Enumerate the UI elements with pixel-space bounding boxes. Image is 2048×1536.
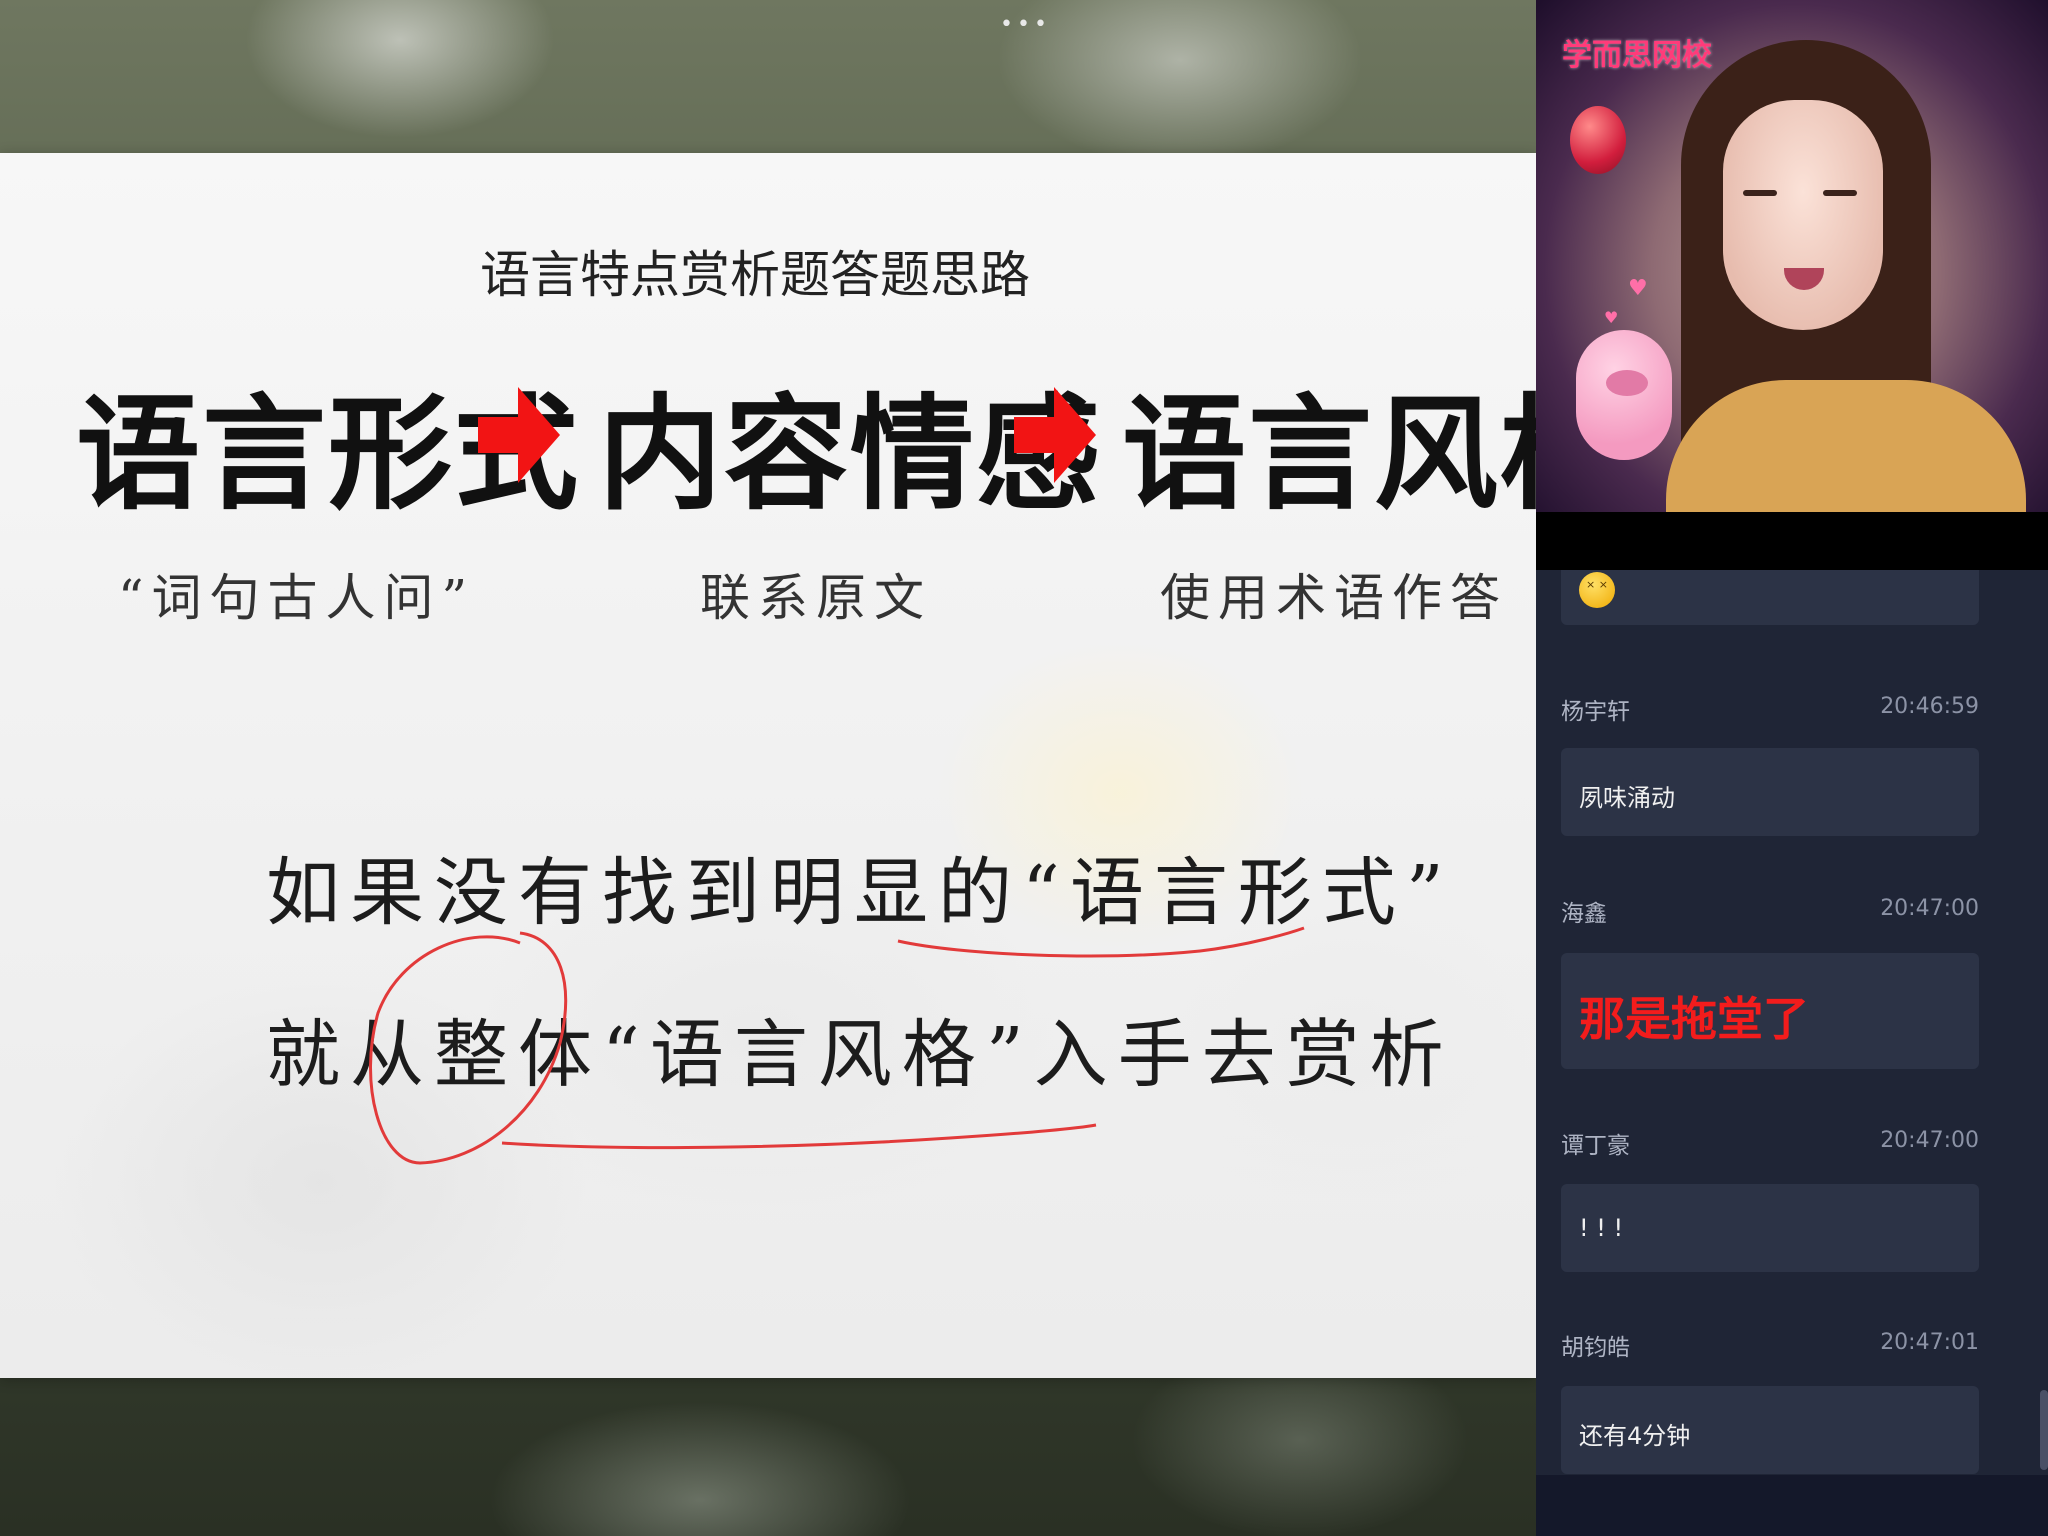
chat-message-text: ! ! ! xyxy=(1579,1214,1624,1242)
concept-flow: 语言形式 内容情感 语言风格 xyxy=(76,353,1536,527)
chat-username: 谭丁豪 xyxy=(1561,1133,1630,1159)
note-question-words: “词句古人问” xyxy=(118,569,476,627)
teacher-face xyxy=(1723,100,1883,330)
chat-username: 胡钧皓 xyxy=(1561,1335,1630,1361)
pig-snout xyxy=(1606,370,1648,396)
slide-subtitle: 语言特点赏析题答题思路 xyxy=(480,246,1030,304)
lesson-slide: 语言特点赏析题答题思路 语言形式 内容情感 语言风格 “词句古人问” 联系原文 … xyxy=(0,153,1536,1378)
heart-icon: ♥ xyxy=(1604,308,1619,327)
chat-scrollbar[interactable] xyxy=(2040,1390,2048,1470)
concept-language-style: 语言风格 xyxy=(1122,383,1536,527)
chat-timestamp: 20:47:00 xyxy=(1880,896,1979,921)
note-link-text: 联系原文 xyxy=(700,569,932,627)
chat-timestamp: 20:46:59 xyxy=(1880,694,1979,719)
heart-icon: ♥ xyxy=(1628,276,1648,301)
chat-bubble: 夙味涌动 xyxy=(1561,748,1979,836)
handwriting-line-2: 就从整体“语言风格”入手去赏析 xyxy=(266,1012,1454,1098)
presentation-stage: ••• 语言特点赏析题答题思路 语言形式 内容情感 语言风格 “词句古人问” 联… xyxy=(0,0,1536,1536)
arrow-right-icon xyxy=(1014,387,1096,483)
arrow-right-icon xyxy=(478,387,560,483)
chat-timestamp: 20:47:01 xyxy=(1880,1330,1979,1355)
pen-annotations xyxy=(369,926,1305,1165)
dizzy-face-icon: × × xyxy=(1579,572,1615,608)
chat-username: 杨宇轩 xyxy=(1561,699,1630,725)
chat-message-text: 那是拖堂了 xyxy=(1579,992,1809,1046)
chat-message-text: 夙味涌动 xyxy=(1579,784,1675,812)
chat-bubble: 还有4分钟 xyxy=(1561,1386,1979,1474)
chat-footer xyxy=(1536,1475,2048,1536)
chat-header-bar xyxy=(1536,512,2048,570)
chat-timestamp: 20:47:00 xyxy=(1880,1128,1979,1153)
balloon-sticker xyxy=(1570,106,1626,174)
underline-language-style xyxy=(501,1123,1097,1150)
more-menu-icon[interactable]: ••• xyxy=(1000,14,1051,36)
school-logo: 学而思网校 xyxy=(1562,38,1712,73)
handwriting-line-1: 如果没有找到明显的“语言形式” xyxy=(266,850,1454,936)
note-use-terms: 使用术语作答 xyxy=(1160,569,1508,627)
teacher-eye xyxy=(1743,190,1777,196)
chat-bubble: × × xyxy=(1561,570,1979,625)
teacher-shirt xyxy=(1666,380,2026,512)
chat-panel[interactable]: × × 杨宇轩 20:46:59 夙味涌动 海鑫 20:47:00 那是拖堂了 … xyxy=(1536,570,2048,1475)
teacher-eye xyxy=(1823,190,1857,196)
chat-username: 海鑫 xyxy=(1561,901,1607,927)
chat-bubble: ! ! ! xyxy=(1561,1184,1979,1272)
teacher-video: ♥ ♥ 学而思网校 xyxy=(1536,0,2048,512)
chat-message-text: 还有4分钟 xyxy=(1579,1422,1691,1450)
chat-bubble: 那是拖堂了 xyxy=(1561,953,1979,1069)
